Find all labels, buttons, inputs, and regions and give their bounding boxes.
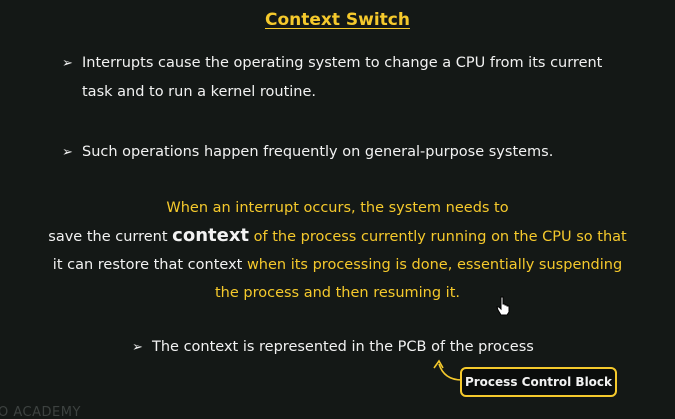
bullet-item-frequency: ➢ Such operations happen frequently on ge… (62, 138, 662, 167)
paragraph-line-3b: when its processing is done, essentially… (242, 257, 623, 273)
slide-title: Context Switch (264, 10, 410, 30)
pcb-callout-box: Process Control Block (460, 367, 617, 397)
bullet-arrow-icon: ➢ (62, 145, 73, 160)
bullet-text: Such operations happen frequently on gen… (82, 144, 554, 160)
paragraph-line-2c: of the process currently running on the … (249, 229, 627, 245)
paragraph-line-2a: save the current (48, 229, 173, 245)
watermark-text: O ACADEMY (0, 405, 81, 419)
paragraph-line-4: the process and then resuming it. (214, 285, 460, 301)
bullet-item-interrupts: ➢ Interrupts cause the operating system t… (62, 49, 662, 107)
bullet-text-line2: task and to run a kernel routine. (82, 84, 317, 100)
context-paragraph: When an interrupt occurs, the system nee… (0, 194, 675, 307)
context-keyword: context (172, 225, 250, 246)
bullet-item-pcb: ➢ The context is represented in the PCB o… (132, 333, 632, 362)
paragraph-line-1: When an interrupt occurs, the system nee… (166, 200, 509, 216)
paragraph-line-3a: it can restore that context (52, 257, 243, 273)
hand-pointer-icon (496, 296, 510, 316)
bullet-text: The context is represented in the PCB of… (152, 339, 534, 355)
bullet-arrow-icon: ➢ (132, 340, 143, 355)
bullet-arrow-icon: ➢ (62, 56, 73, 71)
bullet-text-line1: Interrupts cause the operating system to… (82, 55, 603, 71)
